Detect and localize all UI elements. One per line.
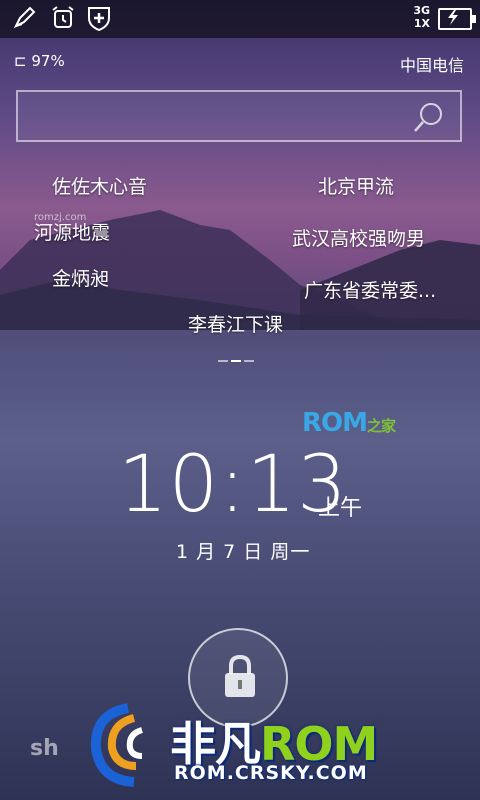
info-row: ⊏ 97% 中国电信: [0, 50, 480, 76]
search-input[interactable]: [16, 90, 462, 142]
rom-logo-main: ROM: [302, 408, 368, 438]
carrier-name: 中国电信: [399, 56, 464, 75]
clock-date: 1 月 7 日 周一: [176, 541, 311, 563]
page-dot: [218, 360, 228, 362]
page-dot-active: [231, 360, 241, 362]
small-watermark: romzj.com: [34, 212, 87, 223]
hot-topic-item[interactable]: 北京甲流: [318, 172, 394, 199]
pencil-icon: [13, 6, 36, 29]
network-indicator: 3G 1X: [413, 4, 430, 30]
hot-topic-item[interactable]: 李春江下课: [188, 310, 283, 337]
shield-plus-icon: [88, 7, 110, 32]
hot-topic-item[interactable]: 金炳昶: [52, 264, 109, 291]
plug-icon: ⊏: [14, 52, 27, 70]
page-dot: [244, 360, 254, 362]
search-icon[interactable]: [412, 100, 446, 134]
partial-watermark-text: sh: [30, 736, 59, 761]
status-bar: 3G 1X: [0, 0, 480, 38]
rom-brand-logo: ROM之家: [302, 408, 396, 438]
network-3g: 3G: [413, 4, 430, 17]
battery-percent: 97%: [31, 52, 65, 70]
alarm-icon: [52, 6, 74, 28]
page-indicator: [218, 347, 257, 366]
hot-topic-item[interactable]: 广东省委常委...: [304, 276, 436, 303]
hot-topic-item[interactable]: 佐佐木心音: [52, 172, 147, 199]
clock-ampm: 上午: [318, 496, 363, 521]
hot-topic-item[interactable]: 武汉高校强吻男: [292, 224, 425, 251]
crsky-url: ROM.CRSKY.COM: [174, 762, 368, 784]
network-1x: 1X: [413, 17, 430, 30]
lock-icon: [225, 654, 255, 697]
crsky-swirl-icon: [90, 703, 143, 787]
charge-status: ⊏ 97%: [14, 52, 65, 70]
battery-charging-icon: [438, 8, 476, 30]
rom-logo-sub: 之家: [367, 417, 396, 435]
clock-time: 10:13: [118, 440, 348, 530]
